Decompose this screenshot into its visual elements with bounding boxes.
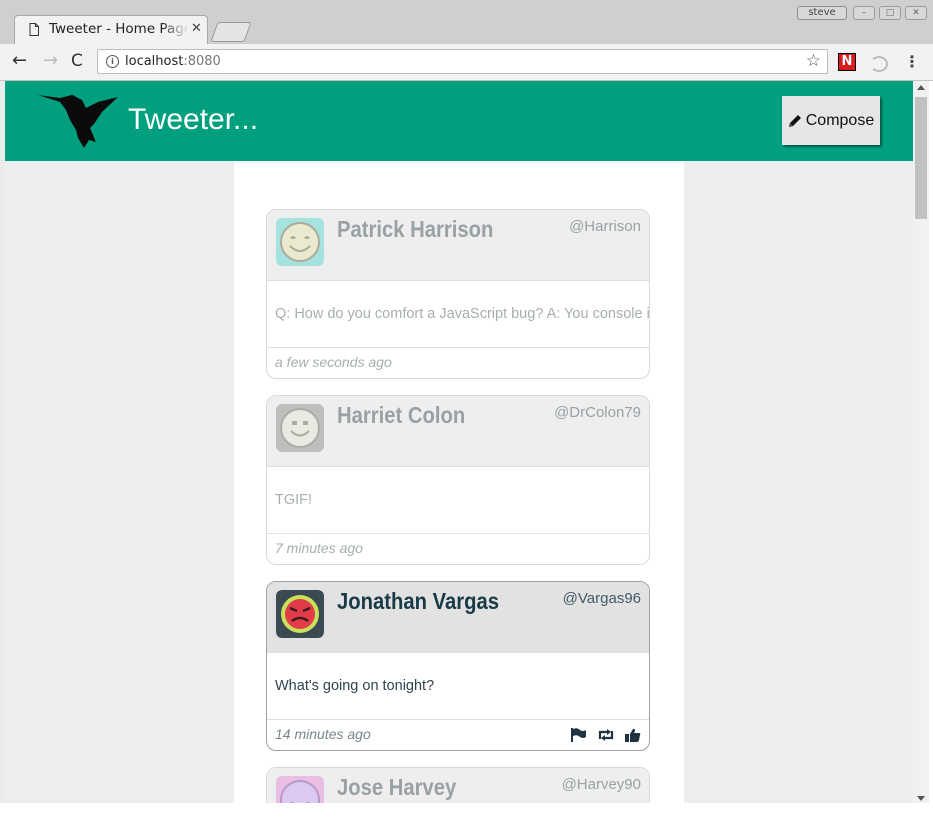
like-icon[interactable]: [625, 728, 641, 742]
tab-close-icon[interactable]: ✕: [191, 21, 202, 36]
window-user-badge[interactable]: steve: [797, 6, 847, 20]
browser-toolbar: ← → C i localhost:8080 ☆ N ⋮: [0, 44, 933, 81]
tab-title: Tweeter - Home Page: [49, 21, 189, 37]
window-bottom-edge: [0, 803, 933, 817]
browser-tab[interactable]: Tweeter - Home Page ✕: [14, 15, 208, 44]
extension-n-icon[interactable]: N: [838, 53, 856, 71]
scroll-down-icon[interactable]: [917, 796, 925, 801]
tweet-author-handle[interactable]: @Harvey90: [562, 776, 641, 793]
reload-icon[interactable]: C: [71, 52, 83, 70]
flag-icon[interactable]: [570, 728, 587, 742]
maximize-icon[interactable]: □: [879, 6, 901, 20]
tweet-header: Jose Harvey @Harvey90: [267, 768, 649, 803]
forward-icon[interactable]: →: [43, 52, 58, 70]
tweet-actions: [570, 728, 641, 742]
tweet-text: Q: How do you comfort a JavaScript bug? …: [267, 280, 649, 348]
tweet-feed: Patrick Harrison @Harrison Q: How do you…: [234, 161, 684, 803]
tweet-author-name[interactable]: Patrick Harrison: [337, 216, 493, 243]
compose-label: Compose: [805, 111, 875, 129]
avatar: [276, 404, 324, 452]
tweet-card[interactable]: Patrick Harrison @Harrison Q: How do you…: [266, 209, 650, 379]
tweet-author-handle[interactable]: @Vargas96: [563, 590, 641, 607]
tweet-timestamp: a few seconds ago: [275, 354, 392, 370]
tweet-footer: 7 minutes ago: [267, 534, 649, 564]
tweet-card[interactable]: Jose Harvey @Harvey90: [266, 767, 650, 803]
avatar: [276, 590, 324, 638]
avatar-face-icon: [276, 404, 324, 452]
url-host: localhost: [125, 54, 184, 69]
tweet-author-name[interactable]: Harriet Colon: [337, 402, 465, 429]
browser-title-bar: Tweeter - Home Page ✕ steve – □ ✕: [0, 0, 933, 44]
url-port: :8080: [183, 54, 221, 69]
tweet-header: Harriet Colon @DrColon79: [267, 396, 649, 466]
tweet-author-name[interactable]: Jonathan Vargas: [337, 588, 499, 615]
info-icon[interactable]: i: [106, 55, 119, 68]
minimize-icon[interactable]: –: [853, 6, 875, 20]
avatar-face-icon: [276, 218, 324, 266]
document-icon: [29, 23, 39, 36]
new-tab-button[interactable]: [210, 22, 252, 42]
tweet-timestamp: 7 minutes ago: [275, 540, 363, 556]
page-viewport: Tweeter... Compose Patrick Harrison @Har…: [5, 81, 913, 803]
tweet-footer: 14 minutes ago: [267, 720, 649, 750]
tweet-header: Jonathan Vargas @Vargas96: [267, 582, 649, 652]
tweet-header: Patrick Harrison @Harrison: [267, 210, 649, 280]
scroll-thumb[interactable]: [915, 97, 927, 219]
avatar: [276, 776, 324, 803]
tweet-text: What's going on tonight?: [267, 652, 649, 720]
page-scrollbar[interactable]: [913, 81, 929, 803]
scroll-up-icon[interactable]: [917, 85, 925, 90]
retweet-icon[interactable]: [597, 728, 615, 742]
tweet-timestamp: 14 minutes ago: [275, 726, 371, 742]
tweet-author-handle[interactable]: @DrColon79: [554, 404, 641, 421]
avatar-face-icon: [276, 590, 324, 638]
compose-button[interactable]: Compose: [782, 96, 880, 145]
back-icon[interactable]: ←: [12, 52, 27, 70]
bookmark-star-icon[interactable]: ☆: [806, 51, 821, 71]
tweet-footer: a few seconds ago: [267, 348, 649, 378]
window-close-icon[interactable]: ✕: [905, 6, 927, 20]
avatar: [276, 218, 324, 266]
address-bar[interactable]: i localhost:8080 ☆: [97, 49, 828, 74]
tweet-author-handle[interactable]: @Harrison: [569, 218, 641, 235]
extension-icon[interactable]: [870, 56, 888, 72]
app-brand[interactable]: Tweeter...: [128, 103, 258, 137]
app-header: Tweeter... Compose: [5, 81, 913, 161]
tweet-card[interactable]: Harriet Colon @DrColon79 TGIF! 7 minutes…: [266, 395, 650, 565]
browser-menu-icon[interactable]: ⋮: [904, 52, 920, 71]
address-url[interactable]: localhost:8080: [125, 54, 221, 69]
hummingbird-logo-icon: [38, 95, 118, 148]
tweet-card[interactable]: Jonathan Vargas @Vargas96 What's going o…: [266, 581, 650, 751]
pencil-icon: [788, 114, 801, 127]
tweet-author-name[interactable]: Jose Harvey: [337, 774, 456, 801]
avatar-face-icon: [276, 776, 324, 803]
tweet-text: TGIF!: [267, 466, 649, 534]
